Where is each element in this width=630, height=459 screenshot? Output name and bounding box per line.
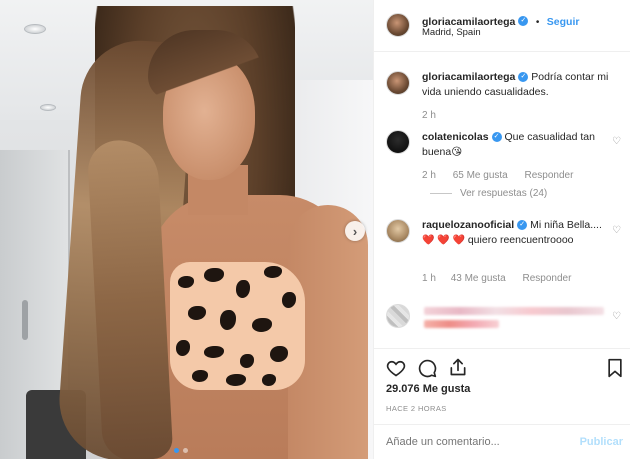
comment-meta: 2 h 65 Me gusta Responder [422,170,573,181]
red-heart-emoji: ❤️ ❤️ ❤️ [422,235,465,246]
caption-username[interactable]: gloriacamilaortega [422,71,515,83]
view-replies-label: Ver respuestas (24) [460,188,548,199]
carousel-dots [174,448,188,453]
post-actions: 29.076 Me gusta HACE 2 HORAS Publicar [374,348,630,458]
post-header: gloriacamilaortega ✓ • Seguir Madrid, Spa… [374,0,630,52]
publish-button[interactable]: Publicar [580,436,623,448]
comment: colatenicolas ✓ Que casualidad tan buena😘 [422,130,612,160]
ceiling-light [24,24,46,34]
comment-username[interactable]: raquelozanooficial [422,219,514,231]
photo-bikini [170,262,305,390]
comment-text-continued: quiero reencuentroooo [467,234,574,246]
photo-door-handle [22,300,28,340]
post-photo[interactable] [0,0,373,459]
carousel-dot [183,448,188,453]
comment: raquelozanooficial ✓ Mi niña Bella.... ❤️ … [422,218,612,248]
verified-icon: ✓ [491,132,502,143]
next-photo-button[interactable]: › [345,221,365,241]
caption-avatar[interactable] [386,71,410,95]
caption-time[interactable]: 2 h [422,110,436,121]
blurred-avatar[interactable] [386,304,410,328]
carousel-dot [174,448,179,453]
instagram-post: › gloriacamilaortega ✓ • Seguir Madrid, S… [0,0,630,459]
verified-icon: ✓ [518,72,529,83]
likes-count[interactable]: 29.076 Me gusta [386,383,470,395]
reply-button[interactable]: Responder [523,273,572,284]
reply-button[interactable]: Responder [525,170,574,181]
heart-icon[interactable] [386,358,406,378]
avatar[interactable] [386,13,410,37]
comment-meta: 1 h 43 Me gusta Responder [422,273,571,284]
comment-text: Mi niña Bella.... [530,219,602,231]
comment-avatar[interactable] [386,219,410,243]
follow-button[interactable]: Seguir [547,16,580,28]
comment-input[interactable] [386,436,566,448]
ceiling-light [40,104,56,111]
comment-likes[interactable]: 65 Me gusta [453,170,508,181]
comment-avatar[interactable] [386,130,410,154]
share-icon[interactable] [448,357,468,377]
verified-icon: ✓ [518,15,529,26]
comment-username[interactable]: colatenicolas [422,131,489,143]
view-replies-button[interactable]: Ver respuestas (24) [430,188,547,199]
blurred-comment [424,320,499,328]
post-timestamp[interactable]: HACE 2 HORAS [386,404,447,413]
chevron-right-icon: › [352,223,358,239]
comment-time[interactable]: 2 h [422,170,436,181]
bookmark-icon[interactable] [605,358,625,378]
heart-icon[interactable]: ♡ [612,137,622,147]
caption: gloriacamilaortega ✓ Podría contar mi vid… [422,70,622,100]
heart-icon[interactable]: ♡ [612,226,622,236]
location-link[interactable]: Madrid, Spain [422,27,481,38]
header-separator: • [535,17,540,28]
divider [430,192,452,194]
comment-icon[interactable] [417,358,437,378]
heart-icon[interactable]: ♡ [612,312,622,322]
comment-composer: Publicar [374,424,630,459]
comment-likes[interactable]: 43 Me gusta [451,273,506,284]
post-side-panel: gloriacamilaortega ✓ • Seguir Madrid, Spa… [373,0,630,459]
verified-icon: ✓ [517,220,528,231]
blurred-comment [424,307,604,315]
comment-time[interactable]: 1 h [422,273,436,284]
photo-hair [148,30,263,100]
